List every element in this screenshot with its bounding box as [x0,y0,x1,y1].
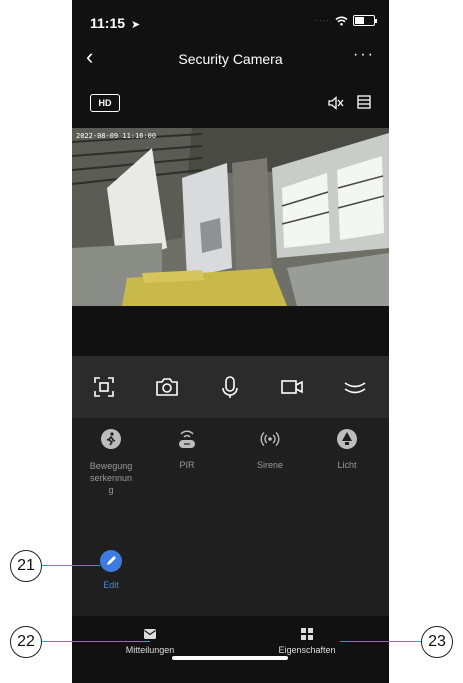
status-time-text: 11:15 [90,15,126,31]
feature-label: PIR [179,460,195,470]
light-icon [337,429,357,449]
hd-quality-button[interactable]: HD [90,94,120,112]
callout-properties: 23 [421,626,453,658]
signal-icon: ···· [315,16,330,25]
feature-light[interactable]: Licht [312,428,382,470]
feature-label: Bewegung serkennun g [89,461,133,495]
camera-controls [72,356,389,418]
video-record-icon[interactable] [279,374,305,400]
feature-motion-detection[interactable]: Bewegung serkennun g [76,428,146,496]
video-letterbox [72,306,389,356]
camera-scene-image [72,128,389,306]
screenshot-frame-icon[interactable] [91,374,117,400]
location-arrow-icon: ➤ [130,19,141,31]
camera-icon[interactable] [154,374,180,400]
grid-icon [301,628,313,640]
camera-live-view[interactable]: 2022-08-09 11:16:00 [72,128,389,306]
speaker-muted-icon[interactable] [327,94,345,112]
callout-messages: 22 [10,626,42,658]
microphone-icon[interactable] [217,374,243,400]
home-indicator [172,656,288,660]
battery-icon [353,15,377,26]
bottom-tab-bar: Mitteilungen Eigenschaften [72,616,389,683]
feature-pir[interactable]: PIR [152,428,222,470]
feature-label: Licht [337,460,357,470]
callout-line-edit [40,565,100,566]
edit-label: Edit [103,580,119,590]
pir-sensor-icon [179,430,195,448]
callout-edit: 21 [10,550,42,582]
status-indicators: ···· [315,15,377,26]
feature-panel: Bewegung serkennun g PIR Sirene Licht Ed… [72,418,389,616]
page-title: Security Camera [178,51,283,67]
video-timestamp: 2022-08-09 11:16:00 [76,132,157,140]
envelope-icon [144,629,156,639]
motion-detection-icon [101,429,121,449]
status-bar: 11:15 ➤ ···· [72,0,389,40]
siren-icon [260,431,280,447]
tab-messages-label: Mitteilungen [125,645,175,655]
tab-properties-label: Eigenschaften [278,645,336,655]
collapse-icon[interactable] [342,374,368,400]
video-toolbar: HD [72,78,389,128]
tab-properties[interactable]: Eigenschaften [272,628,342,655]
feature-label: Sirene [256,460,283,470]
navigation-bar: ‹ Security Camera ··· [72,40,389,78]
callout-line-messages [40,641,150,642]
status-time: 11:15 ➤ [90,15,140,31]
edit-button[interactable]: Edit [94,550,128,590]
wifi-icon [335,16,348,26]
layout-icon[interactable] [357,95,371,109]
more-options-button[interactable]: ··· [353,46,375,64]
feature-siren[interactable]: Sirene [235,428,305,470]
callout-line-properties [340,641,422,642]
pencil-icon [100,550,122,572]
phone-screen: 11:15 ➤ ···· ‹ Security Camera ··· HD 20… [72,0,389,683]
